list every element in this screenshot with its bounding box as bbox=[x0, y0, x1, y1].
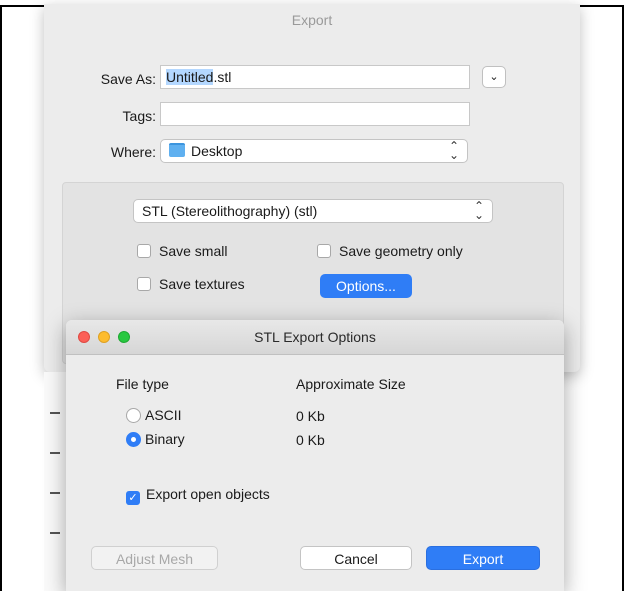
sheet-title: Export bbox=[291, 12, 333, 28]
save-textures-label: Save textures bbox=[159, 276, 245, 292]
approximate-size-header: Approximate Size bbox=[296, 376, 406, 392]
save-as-field[interactable]: Untitled.stl bbox=[160, 65, 470, 89]
binary-label: Binary bbox=[145, 431, 185, 447]
export-open-objects-checkbox[interactable]: ✓ Export open objects bbox=[126, 486, 270, 505]
toolbar-tool-icon bbox=[50, 532, 60, 534]
filename-extension: .stl bbox=[213, 69, 232, 85]
save-textures-checkbox[interactable]: Save textures bbox=[137, 276, 245, 292]
background-app-toolbar bbox=[44, 372, 67, 591]
file-type-header: File type bbox=[116, 376, 169, 392]
dialog-title: STL Export Options bbox=[254, 329, 376, 345]
cancel-button[interactable]: Cancel bbox=[300, 546, 412, 570]
radio-button-selected bbox=[126, 432, 141, 447]
radio-button bbox=[126, 408, 141, 423]
toolbar-tool-icon bbox=[50, 492, 60, 494]
checkbox-box bbox=[317, 244, 331, 258]
frame-border-left bbox=[0, 5, 2, 591]
export-save-sheet: Export Save As: Untitled.stl ⌄ Tags: Whe… bbox=[44, 4, 580, 372]
checkmark-icon: ✓ bbox=[126, 491, 140, 505]
filename-selected-text: Untitled bbox=[166, 69, 214, 85]
export-open-objects-label: Export open objects bbox=[146, 486, 270, 502]
options-button[interactable]: Options... bbox=[320, 274, 412, 298]
adjust-mesh-button[interactable]: Adjust Mesh bbox=[91, 546, 218, 570]
where-label: Where: bbox=[110, 144, 156, 160]
expand-dialog-button[interactable]: ⌄ bbox=[482, 66, 506, 88]
updown-arrows-icon: ⌃ ⌄ bbox=[473, 199, 484, 222]
folder-icon bbox=[169, 143, 185, 157]
toolbar-tool-icon bbox=[50, 412, 60, 414]
format-popup[interactable]: STL (Stereolithography) (stl) ⌃ ⌄ bbox=[133, 199, 493, 223]
save-geometry-only-label: Save geometry only bbox=[339, 243, 463, 259]
save-as-label: Save As: bbox=[100, 71, 156, 87]
toolbar-tool-icon bbox=[50, 452, 60, 454]
format-value: STL (Stereolithography) (stl) bbox=[142, 203, 318, 219]
where-popup[interactable]: Desktop ⌃ ⌄ bbox=[160, 139, 468, 163]
ascii-size: 0 Kb bbox=[296, 408, 325, 424]
export-button[interactable]: Export bbox=[426, 546, 540, 570]
updown-arrows-icon: ⌃ ⌄ bbox=[448, 139, 459, 162]
binary-size: 0 Kb bbox=[296, 432, 325, 448]
checkbox-box bbox=[137, 277, 151, 291]
stl-export-options-dialog: STL Export Options File type Approximate… bbox=[66, 320, 564, 591]
where-value: Desktop bbox=[191, 143, 243, 159]
checkbox-box bbox=[137, 244, 151, 258]
binary-radio[interactable]: Binary bbox=[126, 431, 185, 447]
chevron-down-icon: ⌄ bbox=[489, 71, 499, 83]
tags-label: Tags: bbox=[122, 108, 156, 124]
tags-field[interactable] bbox=[160, 102, 470, 126]
save-small-label: Save small bbox=[159, 243, 228, 259]
ascii-radio[interactable]: ASCII bbox=[126, 407, 182, 423]
save-geometry-only-checkbox[interactable]: Save geometry only bbox=[317, 243, 463, 259]
ascii-label: ASCII bbox=[145, 407, 182, 423]
dialog-titlebar: STL Export Options bbox=[66, 320, 564, 355]
save-small-checkbox[interactable]: Save small bbox=[137, 243, 227, 259]
